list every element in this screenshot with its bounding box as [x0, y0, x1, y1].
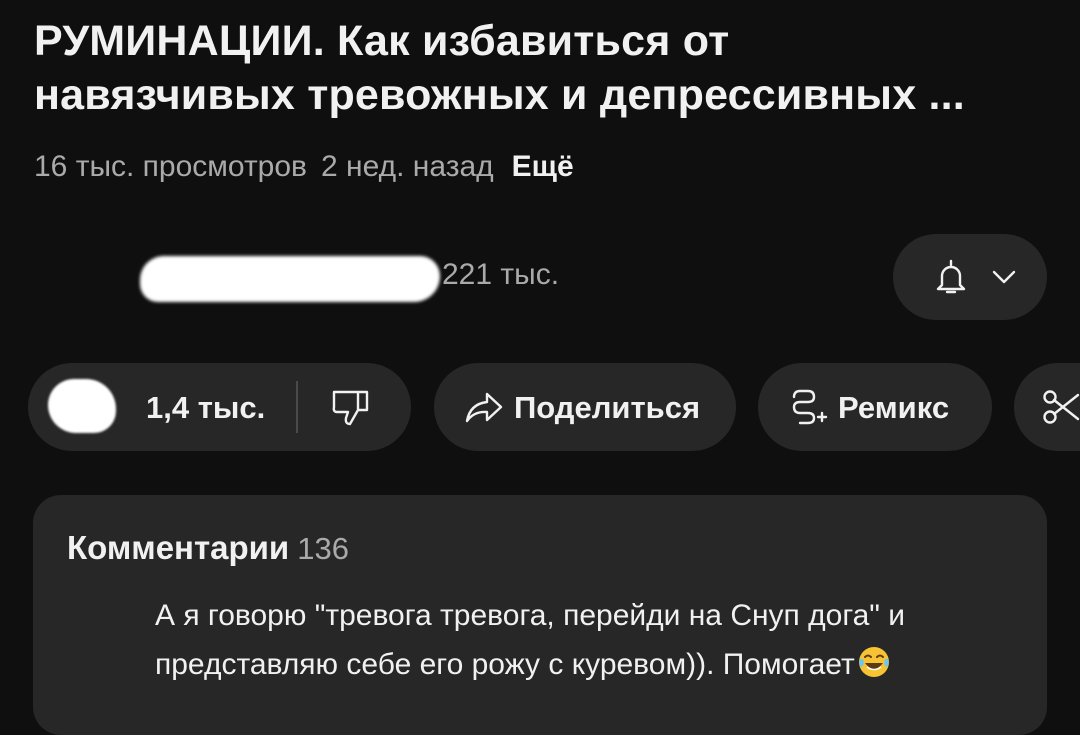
comments-section[interactable]: Комментарии 136 А я говорю "тревога трево…: [33, 495, 1047, 735]
upload-age: 2 нед. назад: [321, 150, 494, 183]
subscriber-count: 221 тыс.: [442, 258, 560, 291]
clip-button[interactable]: [1014, 363, 1080, 451]
like-button-redacted[interactable]: [48, 379, 116, 433]
scissors-icon: [1043, 390, 1080, 424]
like-divider: [296, 381, 298, 433]
comments-title: Комментарии: [67, 529, 290, 566]
top-comment[interactable]: А я говорю "тревога тревога, перейди на …: [155, 591, 1015, 689]
share-arrow-icon: [465, 392, 503, 423]
video-title-line-1: РУМИНАЦИИ. Как избавиться от: [34, 17, 730, 65]
like-dislike-group: 1,4 тыс.: [28, 363, 411, 451]
remix-label: Ремикс: [838, 390, 950, 425]
comments-header: Комментарии 136: [67, 529, 349, 567]
comments-count: 136: [297, 531, 349, 566]
top-comment-line-2: представляю себе его рожу с куревом)). П…: [155, 648, 855, 681]
channel-name-redacted[interactable]: [140, 256, 440, 302]
video-title[interactable]: РУМИНАЦИИ. Как избавиться от навязчивых …: [34, 14, 1054, 122]
share-label: Поделиться: [514, 390, 701, 425]
remix-icon: [792, 389, 828, 425]
subscription-bell-button[interactable]: [893, 234, 1047, 320]
more-button[interactable]: Ещё: [512, 150, 574, 183]
top-comment-line-1: А я говорю "тревога тревога, перейди на …: [155, 599, 906, 632]
video-title-line-2: навязчивых тревожных и депрессивных ...: [34, 71, 965, 119]
share-button[interactable]: Поделиться: [434, 363, 736, 451]
remix-button[interactable]: Ремикс: [758, 363, 992, 451]
thumbs-down-icon[interactable]: [330, 388, 372, 428]
video-meta[interactable]: 16 тыс. просмотров 2 нед. назад Ещё: [34, 150, 574, 184]
like-count[interactable]: 1,4 тыс.: [146, 390, 265, 426]
top-comment-line-2-wrap: представляю себе его рожу с куревом)). П…: [155, 640, 1015, 689]
chevron-down-icon: [992, 270, 1016, 284]
laughing-tears-emoji-icon: [858, 647, 889, 677]
bell-icon: [936, 259, 966, 294]
view-count: 16 тыс. просмотров: [34, 150, 307, 183]
